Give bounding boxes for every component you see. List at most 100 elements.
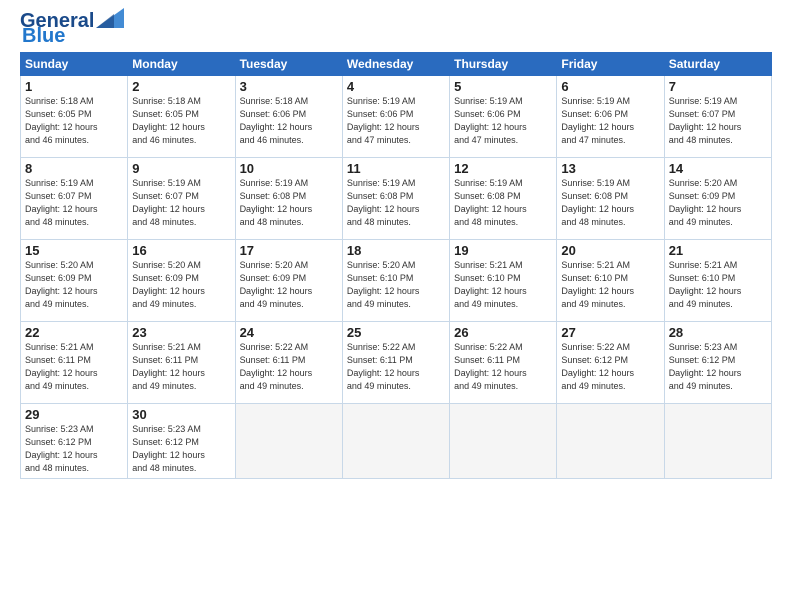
calendar-cell: 3Sunrise: 5:18 AMSunset: 6:06 PMDaylight… bbox=[235, 76, 342, 158]
day-info: Sunrise: 5:21 AMSunset: 6:10 PMDaylight:… bbox=[561, 259, 659, 311]
calendar-cell: 12Sunrise: 5:19 AMSunset: 6:08 PMDayligh… bbox=[450, 158, 557, 240]
calendar-cell: 21Sunrise: 5:21 AMSunset: 6:10 PMDayligh… bbox=[664, 240, 771, 322]
calendar-header-friday: Friday bbox=[557, 53, 664, 76]
calendar-cell: 29Sunrise: 5:23 AMSunset: 6:12 PMDayligh… bbox=[21, 404, 128, 479]
day-number: 17 bbox=[240, 243, 338, 258]
logo-wing-icon bbox=[96, 8, 124, 28]
day-info: Sunrise: 5:19 AMSunset: 6:08 PMDaylight:… bbox=[561, 177, 659, 229]
day-info: Sunrise: 5:21 AMSunset: 6:11 PMDaylight:… bbox=[132, 341, 230, 393]
day-info: Sunrise: 5:20 AMSunset: 6:09 PMDaylight:… bbox=[25, 259, 123, 311]
day-info: Sunrise: 5:20 AMSunset: 6:09 PMDaylight:… bbox=[669, 177, 767, 229]
calendar: SundayMondayTuesdayWednesdayThursdayFrid… bbox=[20, 52, 772, 479]
calendar-cell bbox=[664, 404, 771, 479]
calendar-header-saturday: Saturday bbox=[664, 53, 771, 76]
calendar-week-row: 29Sunrise: 5:23 AMSunset: 6:12 PMDayligh… bbox=[21, 404, 772, 479]
day-info: Sunrise: 5:18 AMSunset: 6:06 PMDaylight:… bbox=[240, 95, 338, 147]
calendar-week-row: 22Sunrise: 5:21 AMSunset: 6:11 PMDayligh… bbox=[21, 322, 772, 404]
calendar-cell: 26Sunrise: 5:22 AMSunset: 6:11 PMDayligh… bbox=[450, 322, 557, 404]
day-number: 28 bbox=[669, 325, 767, 340]
day-number: 15 bbox=[25, 243, 123, 258]
day-info: Sunrise: 5:19 AMSunset: 6:06 PMDaylight:… bbox=[454, 95, 552, 147]
logo-blue: Blue bbox=[22, 25, 65, 48]
day-info: Sunrise: 5:19 AMSunset: 6:07 PMDaylight:… bbox=[132, 177, 230, 229]
calendar-week-row: 8Sunrise: 5:19 AMSunset: 6:07 PMDaylight… bbox=[21, 158, 772, 240]
calendar-header-monday: Monday bbox=[128, 53, 235, 76]
day-info: Sunrise: 5:19 AMSunset: 6:06 PMDaylight:… bbox=[561, 95, 659, 147]
day-number: 12 bbox=[454, 161, 552, 176]
day-info: Sunrise: 5:19 AMSunset: 6:06 PMDaylight:… bbox=[347, 95, 445, 147]
logo: General Blue bbox=[20, 10, 124, 48]
day-info: Sunrise: 5:22 AMSunset: 6:12 PMDaylight:… bbox=[561, 341, 659, 393]
calendar-cell: 24Sunrise: 5:22 AMSunset: 6:11 PMDayligh… bbox=[235, 322, 342, 404]
calendar-cell: 9Sunrise: 5:19 AMSunset: 6:07 PMDaylight… bbox=[128, 158, 235, 240]
day-info: Sunrise: 5:23 AMSunset: 6:12 PMDaylight:… bbox=[669, 341, 767, 393]
calendar-header-thursday: Thursday bbox=[450, 53, 557, 76]
calendar-cell bbox=[450, 404, 557, 479]
calendar-cell: 13Sunrise: 5:19 AMSunset: 6:08 PMDayligh… bbox=[557, 158, 664, 240]
page: General Blue SundayMondayTuesdayWednesda… bbox=[0, 0, 792, 612]
calendar-cell: 16Sunrise: 5:20 AMSunset: 6:09 PMDayligh… bbox=[128, 240, 235, 322]
day-number: 8 bbox=[25, 161, 123, 176]
calendar-cell: 14Sunrise: 5:20 AMSunset: 6:09 PMDayligh… bbox=[664, 158, 771, 240]
calendar-cell: 1Sunrise: 5:18 AMSunset: 6:05 PMDaylight… bbox=[21, 76, 128, 158]
calendar-cell: 23Sunrise: 5:21 AMSunset: 6:11 PMDayligh… bbox=[128, 322, 235, 404]
calendar-cell: 28Sunrise: 5:23 AMSunset: 6:12 PMDayligh… bbox=[664, 322, 771, 404]
day-number: 4 bbox=[347, 79, 445, 94]
day-number: 1 bbox=[25, 79, 123, 94]
calendar-header-sunday: Sunday bbox=[21, 53, 128, 76]
calendar-cell: 25Sunrise: 5:22 AMSunset: 6:11 PMDayligh… bbox=[342, 322, 449, 404]
calendar-week-row: 1Sunrise: 5:18 AMSunset: 6:05 PMDaylight… bbox=[21, 76, 772, 158]
day-number: 2 bbox=[132, 79, 230, 94]
day-number: 14 bbox=[669, 161, 767, 176]
day-info: Sunrise: 5:21 AMSunset: 6:11 PMDaylight:… bbox=[25, 341, 123, 393]
day-info: Sunrise: 5:19 AMSunset: 6:07 PMDaylight:… bbox=[25, 177, 123, 229]
calendar-cell: 5Sunrise: 5:19 AMSunset: 6:06 PMDaylight… bbox=[450, 76, 557, 158]
day-info: Sunrise: 5:18 AMSunset: 6:05 PMDaylight:… bbox=[132, 95, 230, 147]
calendar-cell: 19Sunrise: 5:21 AMSunset: 6:10 PMDayligh… bbox=[450, 240, 557, 322]
calendar-cell: 15Sunrise: 5:20 AMSunset: 6:09 PMDayligh… bbox=[21, 240, 128, 322]
calendar-cell bbox=[342, 404, 449, 479]
day-number: 3 bbox=[240, 79, 338, 94]
day-number: 21 bbox=[669, 243, 767, 258]
day-info: Sunrise: 5:23 AMSunset: 6:12 PMDaylight:… bbox=[25, 423, 123, 475]
day-number: 26 bbox=[454, 325, 552, 340]
day-info: Sunrise: 5:22 AMSunset: 6:11 PMDaylight:… bbox=[347, 341, 445, 393]
day-number: 27 bbox=[561, 325, 659, 340]
calendar-cell: 17Sunrise: 5:20 AMSunset: 6:09 PMDayligh… bbox=[235, 240, 342, 322]
calendar-cell: 8Sunrise: 5:19 AMSunset: 6:07 PMDaylight… bbox=[21, 158, 128, 240]
day-number: 30 bbox=[132, 407, 230, 422]
day-info: Sunrise: 5:20 AMSunset: 6:10 PMDaylight:… bbox=[347, 259, 445, 311]
calendar-cell: 11Sunrise: 5:19 AMSunset: 6:08 PMDayligh… bbox=[342, 158, 449, 240]
calendar-cell: 10Sunrise: 5:19 AMSunset: 6:08 PMDayligh… bbox=[235, 158, 342, 240]
day-info: Sunrise: 5:21 AMSunset: 6:10 PMDaylight:… bbox=[669, 259, 767, 311]
day-number: 7 bbox=[669, 79, 767, 94]
day-info: Sunrise: 5:18 AMSunset: 6:05 PMDaylight:… bbox=[25, 95, 123, 147]
calendar-header-row: SundayMondayTuesdayWednesdayThursdayFrid… bbox=[21, 53, 772, 76]
day-number: 19 bbox=[454, 243, 552, 258]
calendar-cell: 2Sunrise: 5:18 AMSunset: 6:05 PMDaylight… bbox=[128, 76, 235, 158]
day-number: 22 bbox=[25, 325, 123, 340]
day-info: Sunrise: 5:19 AMSunset: 6:08 PMDaylight:… bbox=[454, 177, 552, 229]
day-number: 25 bbox=[347, 325, 445, 340]
day-info: Sunrise: 5:23 AMSunset: 6:12 PMDaylight:… bbox=[132, 423, 230, 475]
calendar-cell: 20Sunrise: 5:21 AMSunset: 6:10 PMDayligh… bbox=[557, 240, 664, 322]
day-info: Sunrise: 5:19 AMSunset: 6:07 PMDaylight:… bbox=[669, 95, 767, 147]
calendar-header-tuesday: Tuesday bbox=[235, 53, 342, 76]
day-number: 29 bbox=[25, 407, 123, 422]
day-number: 9 bbox=[132, 161, 230, 176]
calendar-cell: 18Sunrise: 5:20 AMSunset: 6:10 PMDayligh… bbox=[342, 240, 449, 322]
calendar-cell: 30Sunrise: 5:23 AMSunset: 6:12 PMDayligh… bbox=[128, 404, 235, 479]
calendar-week-row: 15Sunrise: 5:20 AMSunset: 6:09 PMDayligh… bbox=[21, 240, 772, 322]
day-info: Sunrise: 5:20 AMSunset: 6:09 PMDaylight:… bbox=[132, 259, 230, 311]
day-number: 11 bbox=[347, 161, 445, 176]
day-info: Sunrise: 5:19 AMSunset: 6:08 PMDaylight:… bbox=[347, 177, 445, 229]
calendar-header-wednesday: Wednesday bbox=[342, 53, 449, 76]
calendar-cell: 7Sunrise: 5:19 AMSunset: 6:07 PMDaylight… bbox=[664, 76, 771, 158]
day-info: Sunrise: 5:22 AMSunset: 6:11 PMDaylight:… bbox=[454, 341, 552, 393]
calendar-cell: 6Sunrise: 5:19 AMSunset: 6:06 PMDaylight… bbox=[557, 76, 664, 158]
day-number: 5 bbox=[454, 79, 552, 94]
day-number: 24 bbox=[240, 325, 338, 340]
calendar-cell: 22Sunrise: 5:21 AMSunset: 6:11 PMDayligh… bbox=[21, 322, 128, 404]
calendar-cell: 27Sunrise: 5:22 AMSunset: 6:12 PMDayligh… bbox=[557, 322, 664, 404]
day-number: 16 bbox=[132, 243, 230, 258]
